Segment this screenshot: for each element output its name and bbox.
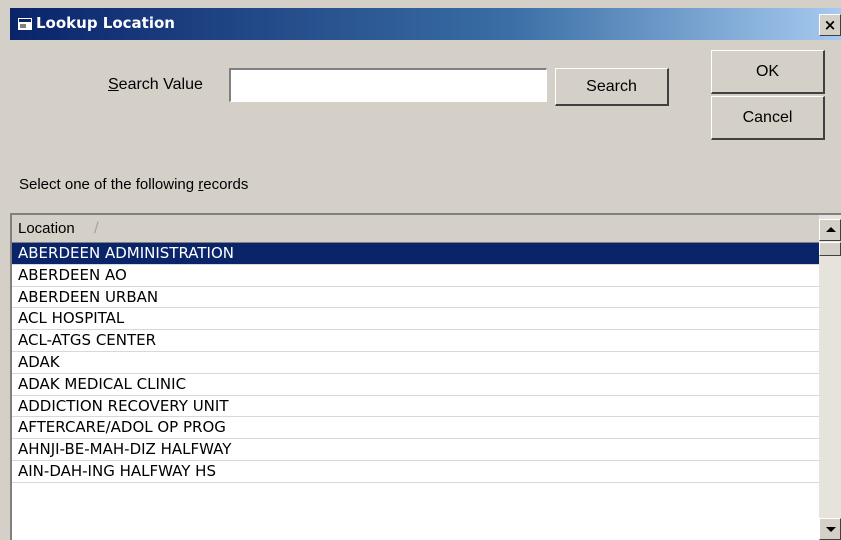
table-row[interactable]: AFTERCARE/ADOL OP PROG: [12, 417, 819, 440]
vertical-scrollbar[interactable]: [819, 215, 841, 540]
search-label-accel: S: [108, 76, 119, 93]
window-title: Lookup Location: [36, 14, 175, 32]
table-row[interactable]: ADAK: [12, 352, 819, 374]
app-window-icon: [18, 18, 32, 30]
table-row[interactable]: ADDICTION RECOVERY UNIT: [12, 396, 819, 418]
lookup-location-dialog: Lookup Location × Search Value Search OK…: [0, 0, 841, 540]
grid-rows: ABERDEEN ADMINISTRATION ABERDEEN AO ABERDE…: [12, 243, 819, 483]
location-grid: Location / ABERDEEN ADMINISTRATION ABERDE…: [10, 213, 841, 540]
scroll-down-button[interactable]: [819, 518, 841, 540]
close-button[interactable]: ×: [819, 14, 841, 36]
scroll-up-button[interactable]: [819, 219, 841, 241]
scroll-thumb[interactable]: [819, 242, 841, 256]
table-row[interactable]: ABERDEEN AO: [12, 265, 819, 287]
instruction-prefix: Select one of the following: [19, 176, 199, 193]
scroll-up-arrow-icon: [826, 227, 836, 232]
table-row[interactable]: AIN-DAH-ING HALFWAY HS: [12, 461, 819, 483]
select-records-instruction: Select one of the following records: [19, 176, 248, 193]
title-bar[interactable]: Lookup Location ×: [10, 8, 841, 40]
instruction-rest: ecords: [203, 176, 249, 193]
table-row[interactable]: ACL HOSPITAL: [12, 308, 819, 331]
search-label-rest: earch Value: [118, 76, 203, 93]
search-value-label: Search Value: [108, 76, 203, 94]
table-row[interactable]: ACL-ATGS CENTER: [12, 330, 819, 352]
cancel-button[interactable]: Cancel: [711, 96, 825, 140]
table-row[interactable]: ABERDEEN ADMINISTRATION: [12, 243, 819, 265]
table-row[interactable]: ABERDEEN URBAN: [12, 287, 819, 309]
search-button[interactable]: Search: [555, 68, 669, 106]
table-row[interactable]: ADAK MEDICAL CLINIC: [12, 374, 819, 396]
search-input[interactable]: [229, 68, 547, 102]
sort-indicator-icon: /: [94, 220, 99, 236]
scroll-down-arrow-icon: [826, 527, 836, 532]
column-header-location[interactable]: Location /: [12, 215, 819, 243]
ok-button[interactable]: OK: [711, 50, 825, 94]
table-row[interactable]: AHNJI-BE-MAH-DIZ HALFWAY: [12, 439, 819, 461]
column-header-label: Location: [18, 220, 75, 237]
